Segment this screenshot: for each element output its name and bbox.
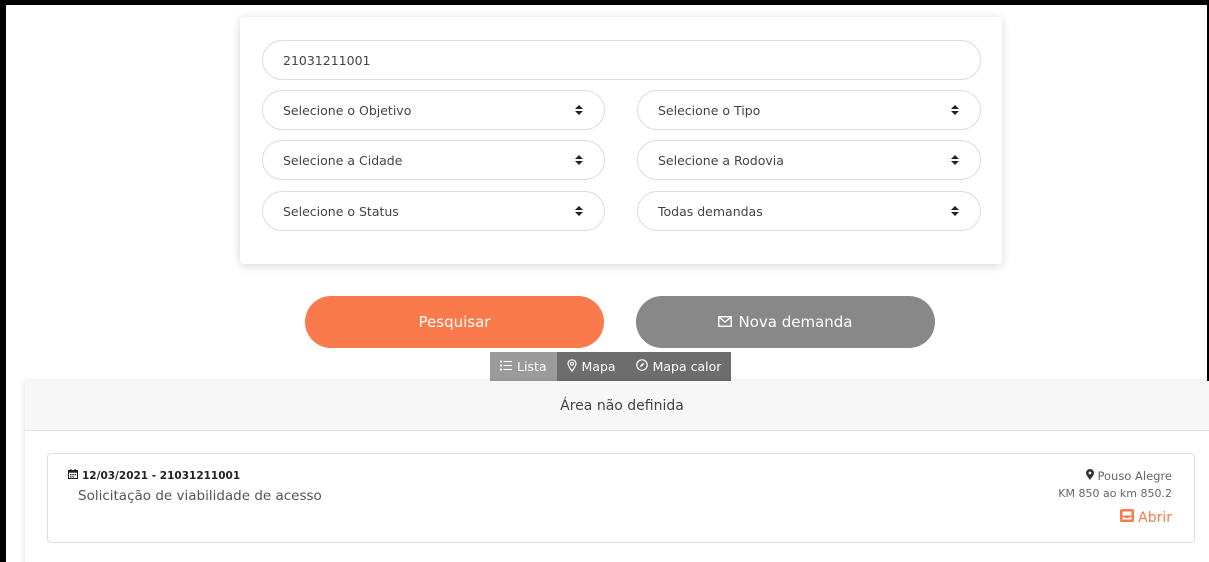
- panel-title: Área não definida: [560, 397, 684, 414]
- new-demand-button[interactable]: Nova demanda: [636, 296, 935, 348]
- compass-icon: [635, 359, 648, 374]
- search-button[interactable]: Pesquisar: [305, 296, 604, 348]
- select-objetivo[interactable]: Selecione o Objetivo: [262, 90, 605, 130]
- calendar-icon: [68, 469, 78, 482]
- select-tipo[interactable]: Selecione o Tipo: [637, 90, 981, 130]
- select-demandas[interactable]: Todas demandas: [637, 191, 981, 231]
- window-border-left: [0, 0, 6, 562]
- sort-icon: [950, 206, 960, 216]
- tab-heatmap[interactable]: Mapa calor: [626, 352, 732, 381]
- panel-header: Área não definida: [25, 381, 1209, 431]
- results-panel: Área não definida 12/03/2021 - 210312110…: [25, 381, 1209, 562]
- select-tipo-label: Selecione o Tipo: [658, 102, 761, 118]
- window-border-top: [0, 0, 1209, 5]
- search-button-label: Pesquisar: [418, 313, 491, 331]
- select-status[interactable]: Selecione o Status: [262, 191, 605, 231]
- sort-icon: [574, 155, 584, 165]
- select-rodovia[interactable]: Selecione a Rodovia: [637, 140, 981, 180]
- demand-city-text: Pouso Alegre: [1097, 469, 1172, 483]
- envelope-icon: [718, 313, 733, 331]
- filter-card: 21031211001 Selecione o Objetivo Selecio…: [240, 17, 1002, 264]
- open-demand-link[interactable]: Abrir: [1120, 509, 1172, 526]
- search-input-value: 21031211001: [283, 52, 371, 68]
- select-cidade-label: Selecione a Cidade: [283, 152, 403, 168]
- map-marker-icon: [1086, 469, 1095, 483]
- demand-card: 12/03/2021 - 21031211001 Solicitação de …: [47, 453, 1195, 543]
- list-icon: [500, 359, 512, 374]
- tab-map[interactable]: Mapa: [557, 352, 626, 381]
- tab-list-label: Lista: [517, 359, 547, 374]
- search-input[interactable]: 21031211001: [262, 40, 981, 80]
- select-objetivo-label: Selecione o Objetivo: [283, 102, 412, 118]
- inbox-icon: [1120, 509, 1135, 526]
- tab-list[interactable]: Lista: [490, 352, 557, 381]
- view-tabs: Lista Mapa Mapa calor: [490, 352, 732, 381]
- open-demand-label: Abrir: [1138, 509, 1172, 526]
- select-rodovia-label: Selecione a Rodovia: [658, 152, 784, 168]
- demand-date-text: 12/03/2021 - 21031211001: [82, 469, 241, 482]
- select-cidade[interactable]: Selecione a Cidade: [262, 140, 605, 180]
- new-demand-button-label: Nova demanda: [738, 313, 853, 331]
- select-status-label: Selecione o Status: [283, 203, 399, 219]
- demand-description: Solicitação de viabilidade de acesso: [78, 488, 322, 504]
- demand-date: 12/03/2021 - 21031211001: [68, 469, 240, 482]
- tab-map-label: Mapa: [581, 359, 616, 374]
- select-demandas-label: Todas demandas: [658, 203, 763, 219]
- tab-heatmap-label: Mapa calor: [652, 359, 722, 374]
- sort-icon: [950, 105, 960, 115]
- sort-icon: [950, 155, 960, 165]
- demand-km: KM 850 ao km 850.2: [1058, 487, 1172, 500]
- map-pin-icon: [566, 358, 577, 375]
- sort-icon: [574, 105, 584, 115]
- demand-city: Pouso Alegre: [1086, 469, 1172, 483]
- sort-icon: [574, 206, 584, 216]
